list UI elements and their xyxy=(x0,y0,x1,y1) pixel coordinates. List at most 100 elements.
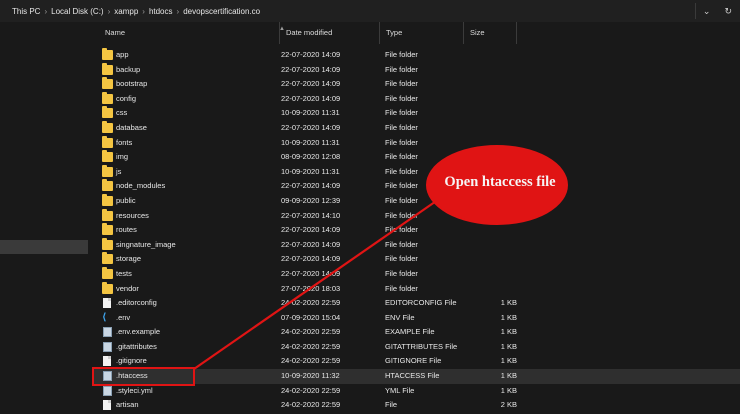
file-type: File folder xyxy=(385,195,418,205)
breadcrumb-this-pc[interactable]: This PC xyxy=(8,7,44,16)
file-row[interactable]: fonts 10-09-2020 11:31 File folder xyxy=(93,135,740,151)
file-icon xyxy=(103,356,111,367)
column-date-modified[interactable]: Date modified xyxy=(286,22,332,44)
file-row[interactable]: config 22-07-2020 14:09 File folder xyxy=(93,91,740,107)
file-row[interactable]: bootstrap 22-07-2020 14:09 File folder xyxy=(93,77,740,92)
column-type[interactable]: Type xyxy=(386,22,402,44)
file-size: 2 KB xyxy=(500,400,517,410)
breadcrumb-htdocs[interactable]: htdocs xyxy=(145,7,177,16)
column-size[interactable]: Size xyxy=(470,22,485,44)
file-row[interactable]: app 22-07-2020 14:09 File folder xyxy=(93,48,740,63)
breadcrumb-local-disk[interactable]: Local Disk (C:) xyxy=(47,7,107,16)
navigation-selected-item[interactable] xyxy=(0,240,88,254)
file-type: YML File xyxy=(385,385,415,395)
folder-icon xyxy=(102,281,113,294)
file-date-modified: 07-09-2020 15:04 xyxy=(281,312,341,322)
file-name: database xyxy=(116,122,147,132)
file-name: singnature_image xyxy=(116,239,176,249)
file-type: File folder xyxy=(385,137,418,147)
file-date-modified: 22-07-2020 14:09 xyxy=(281,181,341,191)
file-date-modified: 09-09-2020 12:39 xyxy=(281,195,341,205)
column-header: ▲ Name Date modified Type Size xyxy=(93,22,740,44)
folder-icon xyxy=(102,91,113,104)
folder-icon xyxy=(102,266,113,279)
file-date-modified: 10-09-2020 11:32 xyxy=(281,371,340,381)
navigation-pane[interactable] xyxy=(0,22,88,414)
folder-icon xyxy=(102,150,113,163)
file-name: tests xyxy=(116,268,132,278)
breadcrumb-current-folder[interactable]: devopscertification.co xyxy=(179,7,264,16)
folder-icon xyxy=(102,237,113,250)
file-name: img xyxy=(116,152,129,162)
file-date-modified: 10-09-2020 11:31 xyxy=(281,137,340,147)
column-divider[interactable] xyxy=(463,22,464,44)
column-name[interactable]: Name xyxy=(105,22,125,44)
file-type: ENV File xyxy=(385,312,415,322)
file-size: 1 KB xyxy=(500,341,517,351)
file-row[interactable]: .gitignore 24-02-2020 22:59 GITIGNORE File… xyxy=(93,354,740,369)
file-name: .env xyxy=(116,312,131,322)
column-divider[interactable] xyxy=(516,22,517,44)
file-row[interactable]: artisan 24-02-2020 22:59 File 2 KB xyxy=(93,398,740,413)
file-row[interactable]: tests 22-07-2020 14:09 File folder xyxy=(93,266,740,282)
file-type: File folder xyxy=(385,122,418,132)
file-type: File folder xyxy=(385,152,418,162)
file-type: EDITORCONFIG File xyxy=(385,298,457,308)
file-row[interactable]: singnature_image 22-07-2020 14:09 File fol… xyxy=(93,237,740,253)
file-name: backup xyxy=(116,64,141,74)
file-size: 1 KB xyxy=(500,327,517,337)
folder-icon xyxy=(102,120,113,133)
file-row[interactable]: img 08-09-2020 12:08 File folder xyxy=(93,150,740,165)
folder-icon xyxy=(102,164,113,177)
file-row[interactable]: routes 22-07-2020 14:09 File folder xyxy=(93,223,740,238)
file-row[interactable]: .htaccess 10-09-2020 11:32 HTACCESS File 1 … xyxy=(93,369,740,384)
folder-icon xyxy=(102,135,113,148)
address-divider xyxy=(695,3,696,19)
file-icon xyxy=(103,298,111,309)
file-row[interactable]: css 10-09-2020 11:31 File folder xyxy=(93,106,740,121)
breadcrumb-xampp[interactable]: xampp xyxy=(110,7,142,16)
file-row[interactable]: .gitattributes 24-02-2020 22:59 GITATTRIBU… xyxy=(93,340,740,355)
file-row[interactable]: .styleci.yml 24-02-2020 22:59 YML File 1 KB xyxy=(93,384,740,399)
file-type: EXAMPLE File xyxy=(385,327,435,337)
file-icon xyxy=(103,400,111,411)
history-dropdown-icon[interactable]: ⌄ xyxy=(703,6,711,17)
file-row[interactable]: backup 22-07-2020 14:09 File folder xyxy=(93,62,740,78)
folder-icon xyxy=(102,208,113,221)
folder-icon xyxy=(102,179,113,192)
file-row[interactable]: storage 22-07-2020 14:09 File folder xyxy=(93,252,740,267)
file-name: css xyxy=(116,108,128,118)
file-name: .env.example xyxy=(116,327,161,337)
file-row[interactable]: node_modules 22-07-2020 14:09 File folder xyxy=(93,179,740,194)
folder-icon xyxy=(102,193,113,206)
file-name: .editorconfig xyxy=(116,298,157,308)
file-date-modified: 22-07-2020 14:09 xyxy=(281,50,341,59)
file-name: resources xyxy=(116,210,149,220)
column-divider[interactable] xyxy=(379,22,380,44)
file-size: 1 KB xyxy=(500,356,517,366)
file-date-modified: 22-07-2020 14:09 xyxy=(281,79,341,89)
refresh-icon[interactable]: ↻ xyxy=(724,6,732,17)
generic-file-icon xyxy=(103,371,112,382)
address-bar[interactable]: This PC › Local Disk (C:) › xampp › htdo… xyxy=(0,0,740,22)
file-name: bootstrap xyxy=(116,79,148,89)
vscode-icon: ⟨ xyxy=(102,311,107,323)
file-date-modified: 10-09-2020 11:31 xyxy=(281,108,340,118)
file-row[interactable]: ⟨ .env 07-09-2020 15:04 ENV File 1 KB xyxy=(93,311,740,326)
file-name: js xyxy=(116,166,122,176)
file-row[interactable]: .editorconfig 24-02-2020 22:59 EDITORCONFI… xyxy=(93,296,740,311)
column-divider[interactable] xyxy=(279,22,280,44)
file-row[interactable]: .env.example 24-02-2020 22:59 EXAMPLE File… xyxy=(93,325,740,340)
file-row[interactable]: database 22-07-2020 14:09 File folder xyxy=(93,120,740,136)
file-row[interactable]: vendor 27-07-2020 18:03 File folder xyxy=(93,281,740,297)
file-type: File folder xyxy=(385,64,418,74)
file-row[interactable]: js 10-09-2020 11:31 File folder xyxy=(93,164,740,180)
file-name: artisan xyxy=(116,400,139,410)
file-row[interactable]: resources 22-07-2020 14:10 File folder xyxy=(93,208,740,224)
folder-icon xyxy=(102,62,113,75)
file-date-modified: 22-07-2020 14:10 xyxy=(281,210,341,220)
file-date-modified: 22-07-2020 14:09 xyxy=(281,254,341,264)
file-list: app 22-07-2020 14:09 File folder backup 22-0… xyxy=(93,48,740,413)
file-date-modified: 24-02-2020 22:59 xyxy=(281,385,341,395)
file-row[interactable]: public 09-09-2020 12:39 File folder xyxy=(93,193,740,209)
